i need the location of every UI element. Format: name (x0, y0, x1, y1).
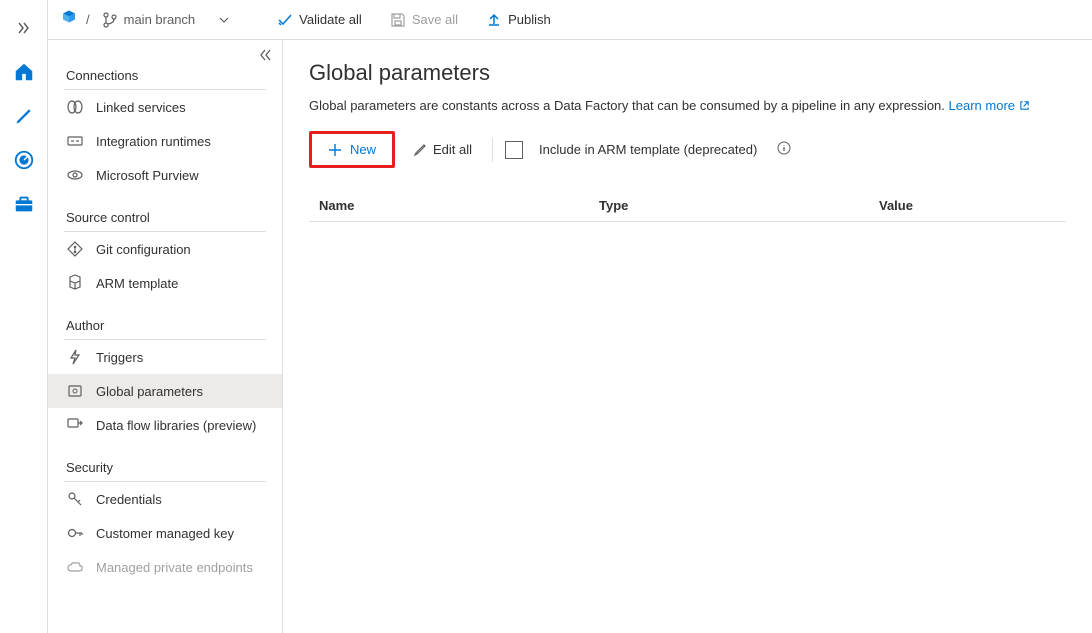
sidebar-item-label: Global parameters (96, 384, 203, 399)
sidebar-item-label: Customer managed key (96, 526, 234, 541)
cloud-icon (66, 558, 84, 576)
sidebar-item-label: Microsoft Purview (96, 168, 199, 183)
nav-home[interactable] (4, 52, 44, 92)
chevron-left-double-icon (258, 48, 272, 62)
chevron-right-double-icon (17, 21, 31, 35)
nav-author[interactable] (4, 96, 44, 136)
nav-manage[interactable] (4, 184, 44, 224)
sidebar-item-microsoft-purview[interactable]: Microsoft Purview (48, 158, 282, 192)
chevron-down-icon (219, 15, 229, 25)
breadcrumb-separator: / (86, 12, 90, 27)
git-icon (66, 240, 84, 258)
sidebar-item-label: Managed private endpoints (96, 560, 253, 575)
validate-all-label: Validate all (299, 12, 362, 27)
info-icon[interactable] (777, 141, 791, 158)
new-button-highlight: New (309, 131, 395, 168)
page-description: Global parameters are constants across a… (309, 98, 1066, 113)
top-toolbar: / main branch Validate all Save all Publ… (48, 0, 1092, 40)
column-value[interactable]: Value (879, 198, 1056, 213)
integration-runtimes-icon (66, 132, 84, 150)
page-title: Global parameters (309, 60, 1066, 86)
gauge-icon (13, 149, 35, 171)
linked-services-icon (66, 98, 84, 116)
column-name[interactable]: Name (319, 198, 599, 213)
toolbox-icon (13, 193, 35, 215)
save-all-button[interactable]: Save all (380, 0, 468, 39)
parameters-table-header: Name Type Value (309, 190, 1066, 222)
include-arm-label: Include in ARM template (deprecated) (539, 142, 757, 157)
publish-button[interactable]: Publish (476, 0, 561, 39)
branch-label: main branch (124, 12, 196, 27)
sidebar-item-integration-runtimes[interactable]: Integration runtimes (48, 124, 282, 158)
sidebar-item-label: Git configuration (96, 242, 191, 257)
datafactory-icon (60, 9, 78, 30)
global-parameters-icon (66, 382, 84, 400)
section-author-title: Author (48, 300, 282, 339)
include-arm-checkbox[interactable] (505, 141, 523, 159)
publish-icon (486, 12, 502, 28)
sidebar-item-managed-private-endpoints[interactable]: Managed private endpoints (48, 550, 282, 584)
credentials-icon (66, 490, 84, 508)
sidebar-item-label: Data flow libraries (preview) (96, 418, 256, 433)
new-button-label: New (350, 142, 376, 157)
sidebar-item-label: Credentials (96, 492, 162, 507)
column-type[interactable]: Type (599, 198, 879, 213)
external-link-icon (1019, 100, 1030, 111)
purview-icon (66, 166, 84, 184)
section-security-title: Security (48, 442, 282, 481)
sidebar-item-linked-services[interactable]: Linked services (48, 90, 282, 124)
vertical-divider (492, 138, 493, 162)
data-flow-icon (66, 416, 84, 434)
publish-label: Publish (508, 12, 551, 27)
branch-selector[interactable]: main branch (98, 12, 234, 28)
sidebar-item-arm-template[interactable]: ARM template (48, 266, 282, 300)
left-nav-rail (0, 0, 48, 633)
action-row: New Edit all Include in ARM template (de… (309, 131, 1066, 168)
page-description-text: Global parameters are constants across a… (309, 98, 945, 113)
expand-rail-button[interactable] (4, 8, 44, 48)
pencil-icon (413, 143, 427, 157)
sidebar-item-triggers[interactable]: Triggers (48, 340, 282, 374)
content-area: Global parameters Global parameters are … (283, 40, 1092, 633)
sidebar-item-label: Triggers (96, 350, 143, 365)
sidebar-item-customer-managed-key[interactable]: Customer managed key (48, 516, 282, 550)
git-branch-icon (102, 12, 118, 28)
section-source-control-title: Source control (48, 192, 282, 231)
save-all-label: Save all (412, 12, 458, 27)
manage-sidepanel: Connections Linked services Integration … (48, 40, 283, 633)
pencil-icon (14, 106, 34, 126)
home-icon (13, 61, 35, 83)
sidebar-item-label: ARM template (96, 276, 178, 291)
save-icon (390, 12, 406, 28)
collapse-panel-button[interactable] (258, 48, 272, 65)
nav-monitor[interactable] (4, 140, 44, 180)
trigger-icon (66, 348, 84, 366)
learn-more-link[interactable]: Learn more (949, 98, 1030, 113)
sidebar-item-label: Linked services (96, 100, 186, 115)
sidebar-item-global-parameters[interactable]: Global parameters (48, 374, 282, 408)
edit-all-label: Edit all (433, 142, 472, 157)
edit-all-button[interactable]: Edit all (405, 138, 480, 161)
new-button[interactable]: New (318, 138, 386, 161)
checkmark-icon (277, 12, 293, 28)
sidebar-item-git-configuration[interactable]: Git configuration (48, 232, 282, 266)
validate-all-button[interactable]: Validate all (267, 0, 372, 39)
plus-icon (328, 143, 342, 157)
sidebar-item-data-flow-libraries[interactable]: Data flow libraries (preview) (48, 408, 282, 442)
section-connections-title: Connections (48, 50, 282, 89)
sidebar-item-credentials[interactable]: Credentials (48, 482, 282, 516)
learn-more-label: Learn more (949, 98, 1015, 113)
sidebar-item-label: Integration runtimes (96, 134, 211, 149)
arm-template-icon (66, 274, 84, 292)
key-icon (66, 524, 84, 542)
